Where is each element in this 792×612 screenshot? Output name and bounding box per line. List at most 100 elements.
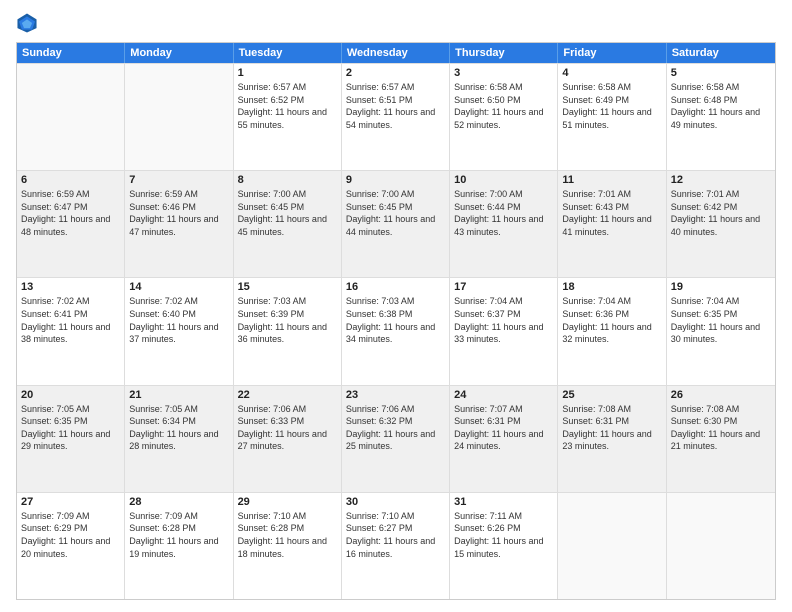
day-info: Sunrise: 7:11 AMSunset: 6:26 PMDaylight:… [454,510,553,560]
calendar-cell: 22 Sunrise: 7:06 AMSunset: 6:33 PMDayligh… [234,386,342,492]
calendar-row-1: 6 Sunrise: 6:59 AMSunset: 6:47 PMDaylight… [17,170,775,277]
day-info: Sunrise: 6:57 AMSunset: 6:52 PMDaylight:… [238,81,337,131]
calendar-cell: 1 Sunrise: 6:57 AMSunset: 6:52 PMDaylight… [234,64,342,170]
header-day-thursday: Thursday [450,43,558,63]
header-day-sunday: Sunday [17,43,125,63]
day-info: Sunrise: 7:10 AMSunset: 6:28 PMDaylight:… [238,510,337,560]
day-info: Sunrise: 7:00 AMSunset: 6:44 PMDaylight:… [454,188,553,238]
calendar-cell: 6 Sunrise: 6:59 AMSunset: 6:47 PMDaylight… [17,171,125,277]
day-number: 7 [129,174,228,186]
calendar-cell: 30 Sunrise: 7:10 AMSunset: 6:27 PMDayligh… [342,493,450,599]
header-day-tuesday: Tuesday [234,43,342,63]
day-info: Sunrise: 7:05 AMSunset: 6:34 PMDaylight:… [129,403,228,453]
calendar-row-4: 27 Sunrise: 7:09 AMSunset: 6:29 PMDayligh… [17,492,775,599]
header-day-saturday: Saturday [667,43,775,63]
calendar-body: 1 Sunrise: 6:57 AMSunset: 6:52 PMDaylight… [17,63,775,599]
calendar-cell: 19 Sunrise: 7:04 AMSunset: 6:35 PMDayligh… [667,278,775,384]
day-info: Sunrise: 7:05 AMSunset: 6:35 PMDaylight:… [21,403,120,453]
calendar-row-0: 1 Sunrise: 6:57 AMSunset: 6:52 PMDaylight… [17,63,775,170]
day-info: Sunrise: 6:59 AMSunset: 6:47 PMDaylight:… [21,188,120,238]
day-number: 21 [129,389,228,401]
day-info: Sunrise: 7:04 AMSunset: 6:35 PMDaylight:… [671,295,771,345]
calendar-cell: 4 Sunrise: 6:58 AMSunset: 6:49 PMDaylight… [558,64,666,170]
day-number: 2 [346,67,445,79]
day-number: 25 [562,389,661,401]
day-number: 20 [21,389,120,401]
day-number: 31 [454,496,553,508]
calendar-cell: 5 Sunrise: 6:58 AMSunset: 6:48 PMDaylight… [667,64,775,170]
calendar-cell: 27 Sunrise: 7:09 AMSunset: 6:29 PMDayligh… [17,493,125,599]
day-info: Sunrise: 6:57 AMSunset: 6:51 PMDaylight:… [346,81,445,131]
calendar-cell [558,493,666,599]
day-number: 1 [238,67,337,79]
day-number: 17 [454,281,553,293]
day-number: 13 [21,281,120,293]
day-number: 10 [454,174,553,186]
day-info: Sunrise: 7:04 AMSunset: 6:36 PMDaylight:… [562,295,661,345]
logo-icon [16,12,38,34]
day-info: Sunrise: 7:00 AMSunset: 6:45 PMDaylight:… [346,188,445,238]
calendar-cell [125,64,233,170]
calendar-cell: 13Sunrise: 7:02 AMSunset: 6:41 PMDayligh… [17,278,125,384]
day-number: 19 [671,281,771,293]
calendar-cell: 28 Sunrise: 7:09 AMSunset: 6:28 PMDayligh… [125,493,233,599]
day-info: Sunrise: 7:10 AMSunset: 6:27 PMDaylight:… [346,510,445,560]
day-info: Sunrise: 6:59 AMSunset: 6:46 PMDaylight:… [129,188,228,238]
day-info: Sunrise: 7:07 AMSunset: 6:31 PMDaylight:… [454,403,553,453]
day-info: Sunrise: 7:08 AMSunset: 6:30 PMDaylight:… [671,403,771,453]
day-number: 28 [129,496,228,508]
day-info: Sunrise: 7:06 AMSunset: 6:33 PMDaylight:… [238,403,337,453]
day-number: 18 [562,281,661,293]
day-number: 30 [346,496,445,508]
day-number: 8 [238,174,337,186]
day-info: Sunrise: 7:09 AMSunset: 6:29 PMDaylight:… [21,510,120,560]
day-info: Sunrise: 6:58 AMSunset: 6:49 PMDaylight:… [562,81,661,131]
day-number: 9 [346,174,445,186]
logo [16,12,42,34]
calendar-row-2: 13Sunrise: 7:02 AMSunset: 6:41 PMDayligh… [17,277,775,384]
calendar-cell: 29 Sunrise: 7:10 AMSunset: 6:28 PMDayligh… [234,493,342,599]
calendar-cell: 3 Sunrise: 6:58 AMSunset: 6:50 PMDaylight… [450,64,558,170]
day-info: Sunrise: 7:01 AMSunset: 6:42 PMDaylight:… [671,188,771,238]
day-info: Sunrise: 7:09 AMSunset: 6:28 PMDaylight:… [129,510,228,560]
header-day-monday: Monday [125,43,233,63]
calendar-cell [17,64,125,170]
day-number: 27 [21,496,120,508]
calendar-cell: 12 Sunrise: 7:01 AMSunset: 6:42 PMDayligh… [667,171,775,277]
calendar-cell: 15 Sunrise: 7:03 AMSunset: 6:39 PMDayligh… [234,278,342,384]
day-number: 11 [562,174,661,186]
calendar-cell: 2 Sunrise: 6:57 AMSunset: 6:51 PMDaylight… [342,64,450,170]
day-number: 4 [562,67,661,79]
day-number: 29 [238,496,337,508]
day-info: Sunrise: 7:00 AMSunset: 6:45 PMDaylight:… [238,188,337,238]
day-info: Sunrise: 7:03 AMSunset: 6:39 PMDaylight:… [238,295,337,345]
day-number: 3 [454,67,553,79]
calendar-cell: 18 Sunrise: 7:04 AMSunset: 6:36 PMDayligh… [558,278,666,384]
calendar-cell: 10 Sunrise: 7:00 AMSunset: 6:44 PMDayligh… [450,171,558,277]
calendar-cell: 17Sunrise: 7:04 AMSunset: 6:37 PMDayligh… [450,278,558,384]
day-number: 6 [21,174,120,186]
calendar-cell: 9 Sunrise: 7:00 AMSunset: 6:45 PMDaylight… [342,171,450,277]
day-number: 12 [671,174,771,186]
day-number: 15 [238,281,337,293]
day-info: Sunrise: 6:58 AMSunset: 6:50 PMDaylight:… [454,81,553,131]
day-info: Sunrise: 7:06 AMSunset: 6:32 PMDaylight:… [346,403,445,453]
day-info: Sunrise: 6:58 AMSunset: 6:48 PMDaylight:… [671,81,771,131]
calendar-header: SundayMondayTuesdayWednesdayThursdayFrid… [17,43,775,63]
day-number: 5 [671,67,771,79]
day-number: 26 [671,389,771,401]
page: SundayMondayTuesdayWednesdayThursdayFrid… [0,0,792,612]
day-info: Sunrise: 7:01 AMSunset: 6:43 PMDaylight:… [562,188,661,238]
calendar-cell: 11 Sunrise: 7:01 AMSunset: 6:43 PMDayligh… [558,171,666,277]
calendar-cell: 16Sunrise: 7:03 AMSunset: 6:38 PMDayligh… [342,278,450,384]
calendar-cell: 31 Sunrise: 7:11 AMSunset: 6:26 PMDayligh… [450,493,558,599]
calendar-cell: 25 Sunrise: 7:08 AMSunset: 6:31 PMDayligh… [558,386,666,492]
header-day-wednesday: Wednesday [342,43,450,63]
calendar-cell: 24Sunrise: 7:07 AMSunset: 6:31 PMDayligh… [450,386,558,492]
calendar-cell: 7 Sunrise: 6:59 AMSunset: 6:46 PMDaylight… [125,171,233,277]
calendar-cell: 23 Sunrise: 7:06 AMSunset: 6:32 PMDayligh… [342,386,450,492]
day-number: 23 [346,389,445,401]
calendar-cell: 20 Sunrise: 7:05 AMSunset: 6:35 PMDayligh… [17,386,125,492]
day-info: Sunrise: 7:08 AMSunset: 6:31 PMDaylight:… [562,403,661,453]
day-number: 22 [238,389,337,401]
